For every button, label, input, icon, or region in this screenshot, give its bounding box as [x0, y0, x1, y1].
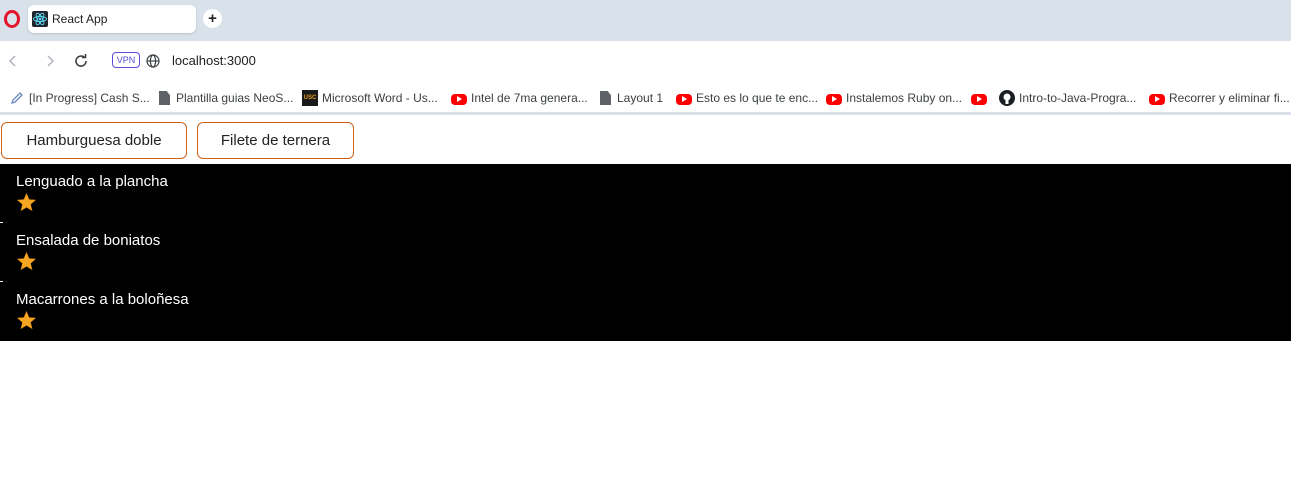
- bookmark-item[interactable]: [971, 90, 991, 106]
- bookmark-label: Esto es lo que te enc...: [696, 91, 819, 105]
- dish-name: Macarrones a la boloñesa: [16, 291, 189, 308]
- bookmark-item[interactable]: Instalemos Ruby on...: [826, 90, 962, 106]
- bookmark-label: Microsoft Word - Us...: [322, 91, 438, 105]
- back-icon[interactable]: [5, 53, 21, 69]
- browser-tab[interactable]: React App: [28, 5, 196, 33]
- document-icon: [600, 91, 611, 105]
- bookmark-item[interactable]: [In Progress] Cash S...: [9, 90, 150, 106]
- reload-icon[interactable]: [73, 53, 89, 69]
- bookmark-label: Intro-to-Java-Progra...: [1019, 91, 1137, 105]
- bookmark-item[interactable]: Intro-to-Java-Progra...: [999, 90, 1136, 106]
- bookmark-item[interactable]: USC Microsoft Word - Us...: [302, 90, 438, 106]
- bookmark-label: [In Progress] Cash S...: [29, 91, 150, 105]
- bookmark-item[interactable]: Esto es lo que te enc...: [676, 90, 818, 106]
- address-url[interactable]: localhost:3000: [172, 53, 256, 68]
- bookmarks-bar: [In Progress] Cash S... Plantilla guias …: [0, 81, 1291, 115]
- star-icon: [16, 251, 37, 271]
- youtube-icon: [1149, 93, 1165, 105]
- bookmark-label: Instalemos Ruby on...: [846, 91, 963, 105]
- dish-name: Ensalada de boniatos: [16, 232, 161, 249]
- bookmark-item[interactable]: Layout 1: [598, 90, 663, 106]
- new-tab-button[interactable]: +: [203, 9, 222, 28]
- star-icon: [16, 192, 37, 212]
- bookmark-label: Plantilla guias NeoS...: [176, 91, 294, 105]
- list-divider: [0, 222, 3, 223]
- bookmark-item[interactable]: Intel de 7ma genera...: [451, 90, 588, 106]
- address-toolbar: VPN localhost:3000: [0, 41, 1291, 81]
- document-icon: [159, 91, 170, 105]
- page-content: Hamburguesa doble Filete de ternera Leng…: [0, 118, 1291, 483]
- tab-title: React App: [52, 12, 108, 26]
- opera-logo-icon[interactable]: [4, 10, 20, 28]
- list-item: Lenguado a la plancha: [16, 172, 616, 213]
- forward-icon[interactable]: [42, 53, 58, 69]
- tab-strip: React App +: [0, 0, 1291, 41]
- bookmark-item[interactable]: Recorrer y eliminar fi...: [1149, 90, 1290, 106]
- bookmark-label: Intel de 7ma genera...: [471, 91, 588, 105]
- react-icon: [32, 11, 48, 27]
- hamburguesa-doble-button[interactable]: Hamburguesa doble: [1, 122, 187, 159]
- github-icon: [999, 90, 1015, 106]
- youtube-icon: [451, 93, 467, 105]
- bookmark-label: Recorrer y eliminar fi...: [1169, 91, 1290, 105]
- youtube-icon: [676, 93, 692, 105]
- list-item: Macarrones a la boloñesa: [16, 290, 616, 331]
- usc-icon: USC: [302, 90, 318, 106]
- globe-icon[interactable]: [145, 53, 161, 69]
- list-item: Ensalada de boniatos: [16, 231, 616, 272]
- dish-name: Lenguado a la plancha: [16, 173, 168, 190]
- vpn-badge[interactable]: VPN: [112, 52, 140, 68]
- bookmark-label: Layout 1: [617, 91, 664, 105]
- pen-icon: [9, 90, 25, 106]
- dish-list: Lenguado a la plancha Ensalada de boniat…: [0, 164, 1291, 341]
- bookmark-item[interactable]: Plantilla guias NeoS...: [157, 90, 293, 106]
- youtube-icon: [826, 93, 842, 105]
- star-icon: [16, 310, 37, 330]
- filete-de-ternera-button[interactable]: Filete de ternera: [197, 122, 354, 159]
- youtube-icon: [971, 93, 987, 105]
- list-divider: [0, 281, 3, 282]
